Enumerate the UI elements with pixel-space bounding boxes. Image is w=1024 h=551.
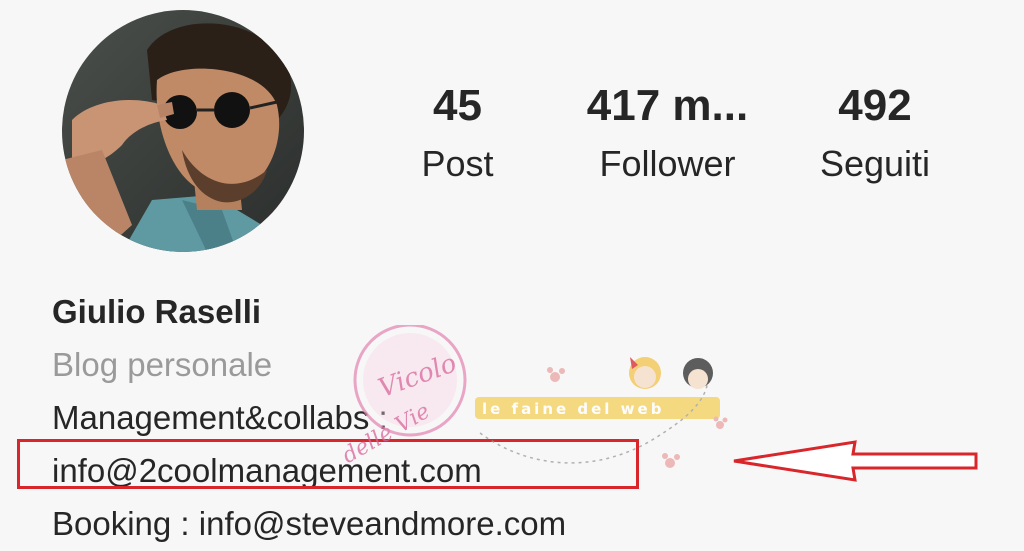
profile-bio: Giulio Raselli Blog personale Management… — [52, 285, 952, 550]
following-label: Seguiti — [819, 143, 931, 184]
pointer-arrow-icon — [730, 438, 980, 484]
stat-posts[interactable]: 45 Post — [405, 82, 510, 184]
profile-category: Blog personale — [52, 346, 273, 383]
stat-following[interactable]: 492 Seguiti — [805, 82, 945, 184]
profile-screenshot: 45 Post 417 m... Follower 492 Seguiti Gi… — [0, 0, 1024, 551]
profile-name: Giulio Raselli — [52, 293, 262, 330]
posts-label: Post — [421, 143, 494, 184]
stat-followers[interactable]: 417 m... Follower — [560, 82, 775, 184]
bio-line-management: Management&collabs : — [52, 399, 388, 436]
bio-line-booking[interactable]: Booking : info@steveandmore.com — [52, 497, 952, 550]
following-count: 492 — [838, 81, 912, 130]
followers-count: 417 m... — [586, 81, 749, 130]
email-highlight-box — [17, 439, 639, 489]
posts-count: 45 — [433, 81, 482, 130]
followers-label: Follower — [599, 143, 736, 184]
profile-avatar[interactable] — [62, 10, 304, 252]
avatar-photo — [62, 10, 304, 252]
